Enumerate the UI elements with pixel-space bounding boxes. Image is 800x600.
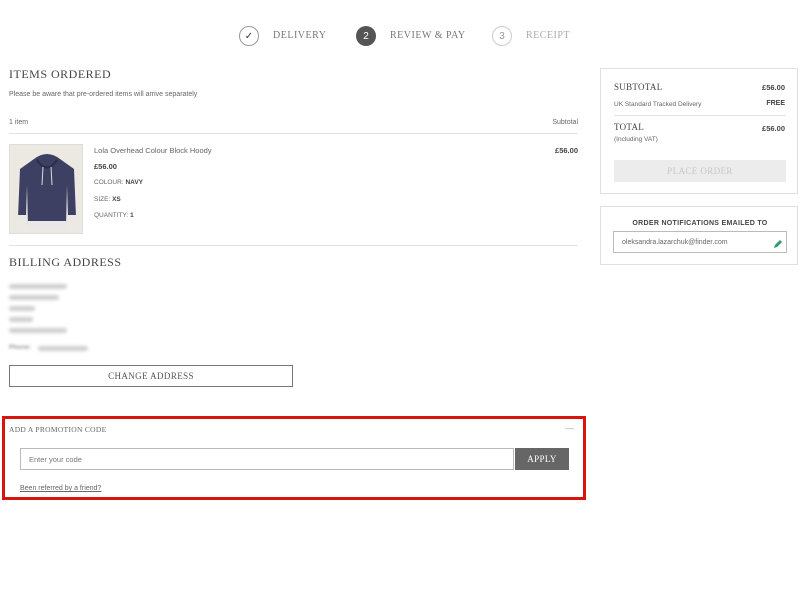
redacted-line (9, 328, 67, 333)
items-ordered-title: ITEMS ORDERED (9, 67, 112, 81)
size-value: XS (112, 196, 121, 203)
product-price: £56.00 (94, 162, 117, 171)
checkout-stepper: ✓ DELIVERY 2 REVIEW & PAY 3 RECEIPT (239, 26, 579, 48)
notification-email-value: oleksandra.lazarchuk@finder.com (622, 238, 728, 246)
step-receipt-label: RECEIPT (526, 30, 571, 41)
step-review-pay-label: REVIEW & PAY (390, 30, 466, 41)
product-image[interactable] (9, 144, 83, 234)
delivery-label: UK Standard Tracked Delivery (614, 101, 702, 108)
check-icon: ✓ (244, 30, 254, 42)
summary-divider (614, 115, 786, 116)
redacted-line (9, 306, 35, 311)
size-label: SIZE: (94, 196, 111, 203)
delivery-value: FREE (766, 100, 785, 107)
referral-link[interactable]: Been referred by a friend? (20, 485, 101, 492)
pencil-icon-svg (774, 240, 782, 248)
order-summary-panel: SUBTOTAL £56.00 UK Standard Tracked Deli… (600, 68, 798, 194)
step-review-pay-circle: 2 (356, 26, 376, 46)
promo-code-title[interactable]: ADD A PROMOTION CODE (9, 425, 106, 434)
redacted-line (9, 284, 67, 289)
step-receipt-circle: 3 (492, 26, 512, 46)
step-delivery-circle[interactable]: ✓ (239, 26, 259, 46)
step-delivery-label[interactable]: DELIVERY (273, 30, 326, 41)
apply-button[interactable]: APPLY (515, 448, 569, 470)
colour-label: COLOUR: (94, 179, 124, 186)
quantity-value: 1 (130, 212, 134, 219)
product-line-total: £56.00 (555, 146, 578, 155)
subtotal-label: SUBTOTAL (614, 82, 663, 92)
step-number: 3 (499, 30, 505, 42)
total-label: TOTAL (614, 122, 645, 132)
subtotal-column-header: Subtotal (552, 119, 578, 126)
product-name[interactable]: Lola Overhead Colour Block Hoody (94, 146, 212, 155)
change-address-button[interactable]: CHANGE ADDRESS (9, 365, 293, 387)
items-header-divider (9, 133, 578, 134)
items-bottom-divider (9, 245, 578, 246)
redacted-line (9, 317, 33, 322)
hoodie-icon (18, 154, 76, 228)
place-order-button[interactable]: PLACE ORDER (614, 160, 786, 182)
phone-label: Phone: (9, 344, 32, 351)
product-colour: COLOUR: NAVY (94, 179, 143, 186)
order-notifications-panel: ORDER NOTIFICATIONS EMAILED TO oleksandr… (600, 206, 798, 265)
subtotal-value: £56.00 (762, 83, 785, 92)
product-quantity: QUANTITY: 1 (94, 212, 134, 219)
step-number: 2 (363, 30, 369, 42)
billing-phone: Phone: (9, 344, 31, 351)
billing-address-title: BILLING ADDRESS (9, 255, 122, 269)
colour-value: NAVY (125, 179, 144, 186)
notifications-title: ORDER NOTIFICATIONS EMAILED TO (632, 220, 768, 227)
collapse-icon[interactable]: — (565, 423, 574, 433)
pencil-icon[interactable] (773, 236, 783, 248)
preorder-notice: Please be aware that pre-ordered items w… (9, 91, 198, 98)
vat-note: (Including VAT) (614, 136, 658, 143)
product-size: SIZE: XS (94, 196, 121, 203)
redacted-phone (38, 346, 88, 351)
quantity-label: QUANTITY: (94, 212, 129, 219)
promo-code-input[interactable]: Enter your code (20, 448, 514, 470)
item-count: 1 item (9, 119, 29, 126)
promo-code-section: ADD A PROMOTION CODE — Enter your code A… (2, 416, 586, 500)
notification-email-field[interactable]: oleksandra.lazarchuk@finder.com (613, 231, 787, 253)
redacted-line (9, 295, 59, 300)
total-value: £56.00 (762, 124, 785, 133)
